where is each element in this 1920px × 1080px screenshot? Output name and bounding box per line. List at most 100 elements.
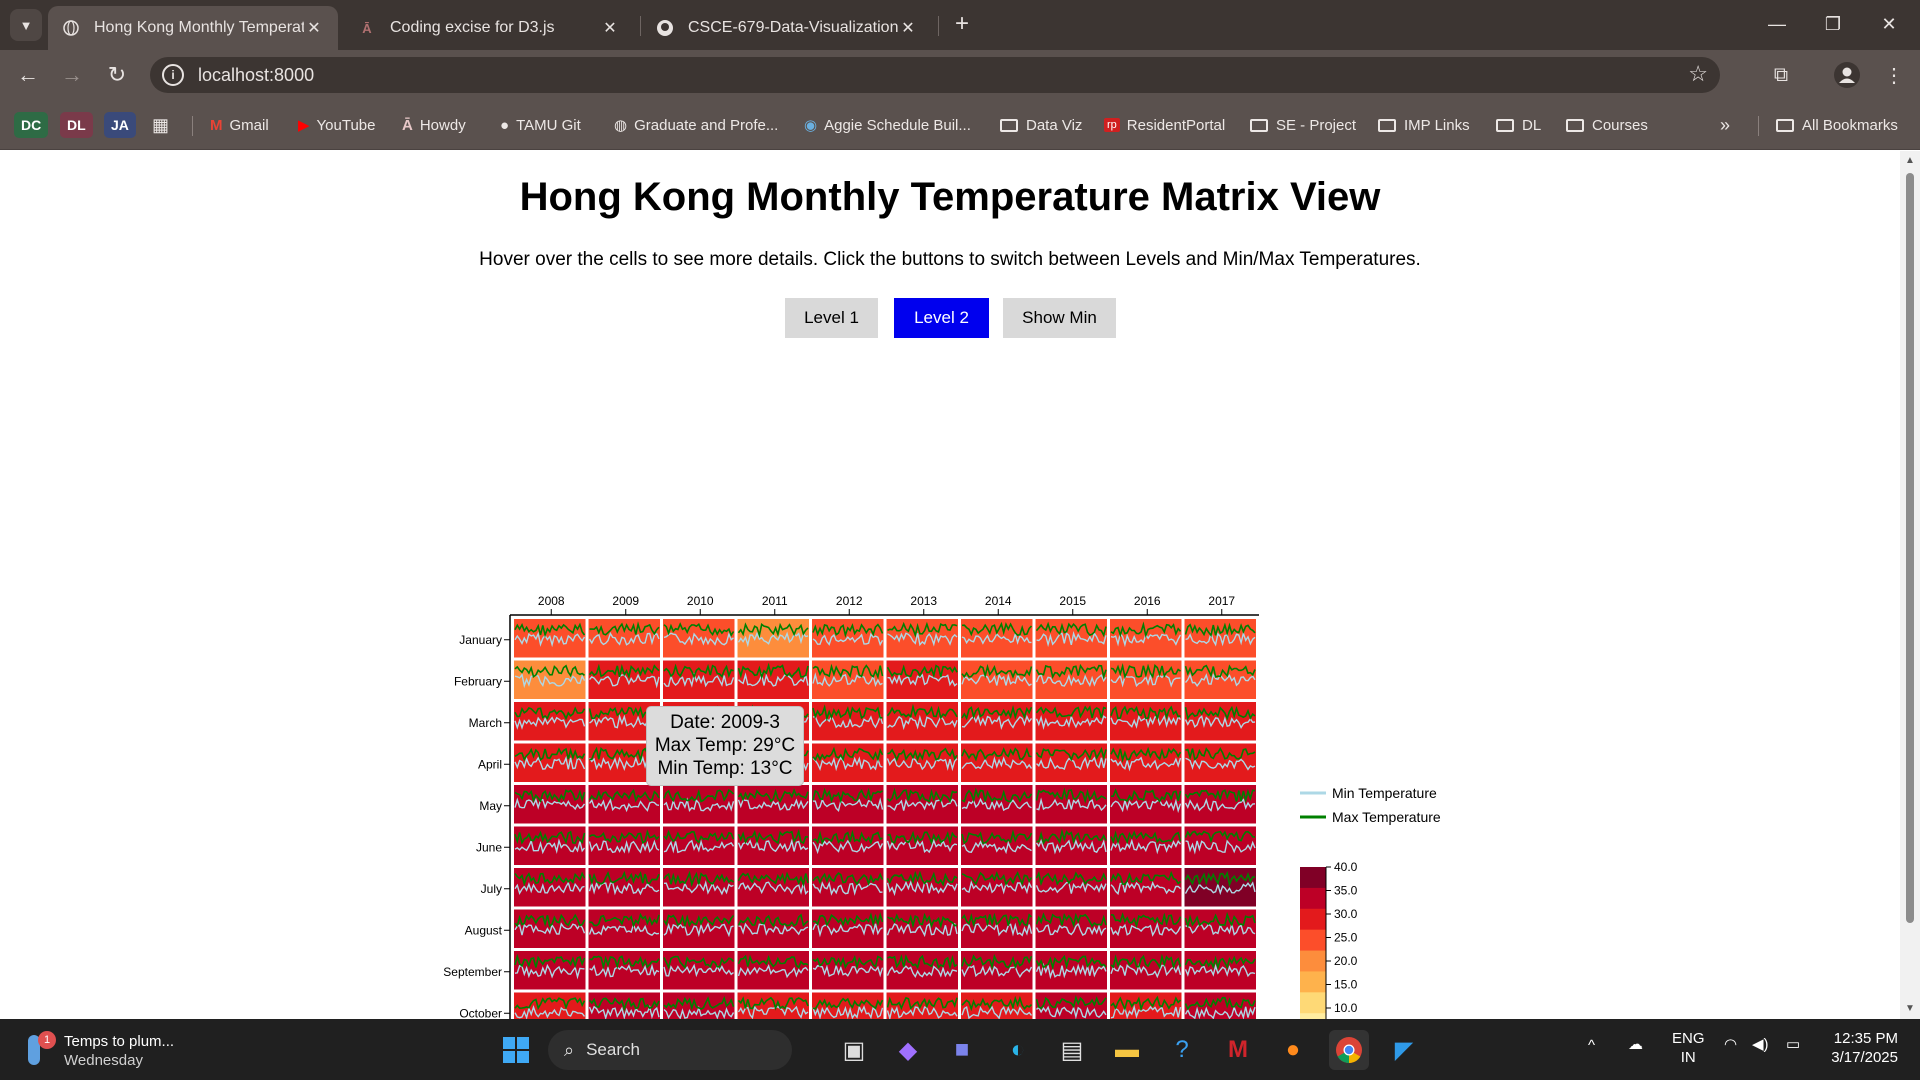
screen: ▼ Hong Kong Monthly Temperatu ✕ Ā Coding… — [0, 0, 1920, 1080]
battery-icon[interactable]: ▭ — [1786, 1035, 1800, 1053]
profile-button[interactable] — [1831, 59, 1863, 91]
bookmark-courses[interactable]: Courses — [1566, 112, 1648, 138]
y-tick-label: September — [443, 965, 502, 979]
heatmap-cell — [1035, 909, 1107, 948]
bookmark-graduate[interactable]: ◍ Graduate and Profe... — [614, 112, 778, 138]
copilot-icon: ◆ — [898, 1036, 918, 1064]
close-tab-icon[interactable]: ✕ — [600, 18, 620, 38]
bookmark-howdy[interactable]: Ā Howdy — [402, 112, 466, 138]
back-button[interactable]: ← — [12, 59, 44, 91]
y-axis: January February March April May June July Augu… — [443, 615, 511, 1080]
new-tab-button[interactable]: + — [948, 10, 976, 38]
url-text: localhost:8000 — [198, 64, 315, 85]
bookmark-imp-links[interactable]: IMP Links — [1378, 112, 1470, 138]
help-app-button[interactable]: ? — [1162, 1030, 1202, 1070]
tray-overflow-icon[interactable]: ^ — [1588, 1037, 1595, 1054]
tooltip-date: Date: 2009-3 — [670, 712, 780, 733]
search-label: Search — [586, 1040, 640, 1059]
tab-github-repo[interactable]: CSCE-679-Data-Visualization-A ✕ — [642, 6, 932, 50]
bookmark-data-viz[interactable]: Data Viz — [1000, 112, 1082, 138]
edge-button[interactable]: ◐ — [998, 1030, 1038, 1070]
forward-button[interactable]: → — [56, 59, 88, 91]
bookmark-tamu-git[interactable]: ● TAMU Git — [500, 112, 581, 138]
all-bookmarks-button[interactable]: All Bookmarks — [1776, 112, 1898, 138]
heatmap-cell — [812, 743, 884, 782]
bookmark-dl-folder[interactable]: DL — [1496, 112, 1541, 138]
weather-widget[interactable]: 1 Temps to plum... Wednesday — [24, 1031, 184, 1071]
bookmark-ja[interactable]: JA — [104, 112, 136, 138]
copilot-button[interactable]: ◆ — [888, 1030, 928, 1070]
language-indicator[interactable]: ENG IN — [1672, 1029, 1705, 1067]
bookmark-label: TAMU Git — [516, 116, 581, 134]
folder-icon — [1000, 118, 1018, 132]
heatmap-cell — [514, 826, 586, 865]
y-tick-label: June — [476, 840, 502, 854]
bookmark-residentportal[interactable]: rp ResidentPortal — [1104, 112, 1225, 138]
bookmark-star-icon[interactable]: ☆ — [1688, 61, 1708, 87]
firefox-button[interactable]: ● — [1273, 1030, 1313, 1070]
start-button[interactable] — [496, 1030, 536, 1070]
bookmark-gmail[interactable]: M Gmail — [210, 112, 269, 138]
vscode-button[interactable]: ◤ — [1384, 1030, 1424, 1070]
bookmark-dl[interactable]: DL — [60, 112, 93, 138]
teams-button[interactable]: ■ — [942, 1030, 982, 1070]
bookmark-se-project[interactable]: SE - Project — [1250, 112, 1356, 138]
site-info-icon[interactable]: i — [162, 64, 184, 86]
x-axis: 2008 2009 2010 2011 2012 2013 2014 2015 2016 2017 — [510, 594, 1259, 616]
close-icon: ✕ — [1881, 13, 1897, 34]
clock[interactable]: 12:35 PM 3/17/2025 — [1818, 1029, 1898, 1067]
tab-search-button[interactable]: ▼ — [10, 9, 42, 41]
chrome-button[interactable] — [1329, 1030, 1369, 1070]
extensions-button[interactable]: ⧉ — [1765, 59, 1797, 91]
heatmap-cell — [886, 868, 958, 907]
scroll-down-icon[interactable]: ▼ — [1904, 1003, 1916, 1015]
tab-title: Coding excise for D3.js — [390, 19, 555, 36]
firefox-icon: ● — [1285, 1036, 1301, 1063]
heatmap-cell — [514, 660, 586, 699]
address-bar[interactable]: i localhost:8000 ☆ — [150, 57, 1720, 93]
tab-hong-kong[interactable]: Hong Kong Monthly Temperatu ✕ — [48, 6, 338, 50]
cell-tooltip: Date: 2009-3 Max Temp: 29°C Min Temp: 13… — [646, 706, 804, 786]
task-view-button[interactable]: ▣ — [834, 1030, 874, 1070]
heatmap-cell — [886, 743, 958, 782]
show-min-button[interactable]: Show Min — [1003, 298, 1116, 338]
file-explorer-button[interactable]: ▬ — [1107, 1030, 1147, 1070]
bookmark-label: Aggie Schedule Buil... — [824, 116, 971, 134]
x-tick-label: 2009 — [612, 594, 639, 608]
tamu-icon: Ā — [402, 116, 413, 134]
apps-button[interactable]: ▦ — [152, 112, 169, 138]
bookmark-dc[interactable]: DC — [14, 112, 49, 138]
bookmark-youtube[interactable]: ▶ YouTube — [298, 112, 376, 138]
volume-icon[interactable]: ◀) — [1752, 1035, 1769, 1053]
youtube-icon: ▶ — [298, 117, 310, 134]
tooltip-max: Max Temp: 29°C — [654, 735, 796, 756]
weather-text: Temps to plum... — [64, 1033, 175, 1050]
wifi-icon[interactable]: ◠ — [1724, 1035, 1737, 1053]
taskbar-search[interactable]: ⌕ Search — [548, 1030, 792, 1070]
scroll-thumb[interactable] — [1906, 173, 1914, 923]
bookmark-label: YouTube — [316, 116, 376, 134]
bookmark-aggie-schedule[interactable]: ◉ Aggie Schedule Buil... — [804, 112, 971, 138]
y-tick-label: July — [481, 882, 502, 896]
bookmarks-overflow-button[interactable]: » — [1720, 112, 1730, 138]
reload-button[interactable]: ↻ — [101, 59, 133, 91]
language-label: ENG — [1672, 1030, 1705, 1047]
close-window-button[interactable]: ✕ — [1866, 8, 1912, 40]
level-2-button[interactable]: Level 2 — [894, 298, 989, 338]
menu-button[interactable]: ⋮ — [1878, 59, 1910, 91]
scroll-up-icon[interactable]: ▲ — [1904, 155, 1916, 167]
minimize-button[interactable]: — — [1754, 8, 1800, 40]
restore-button[interactable]: ❐ — [1810, 8, 1856, 40]
page-scrollbar[interactable]: ▲ ▼ — [1900, 151, 1920, 1019]
onedrive-icon[interactable]: ☁ — [1628, 1035, 1643, 1053]
folder-icon — [1496, 118, 1514, 132]
color-legend-tick-label: 30.0 — [1334, 907, 1358, 921]
chevron-down-icon: ▼ — [19, 17, 33, 33]
reload-icon: ↻ — [107, 62, 127, 87]
level-1-button[interactable]: Level 1 — [785, 298, 878, 338]
close-tab-icon[interactable]: ✕ — [304, 18, 324, 38]
mcafee-button[interactable]: M — [1218, 1030, 1258, 1070]
close-tab-icon[interactable]: ✕ — [898, 18, 918, 38]
store-button[interactable]: ▤ — [1052, 1030, 1092, 1070]
tab-coding-excise[interactable]: Ā Coding excise for D3.js ✕ — [344, 6, 634, 50]
